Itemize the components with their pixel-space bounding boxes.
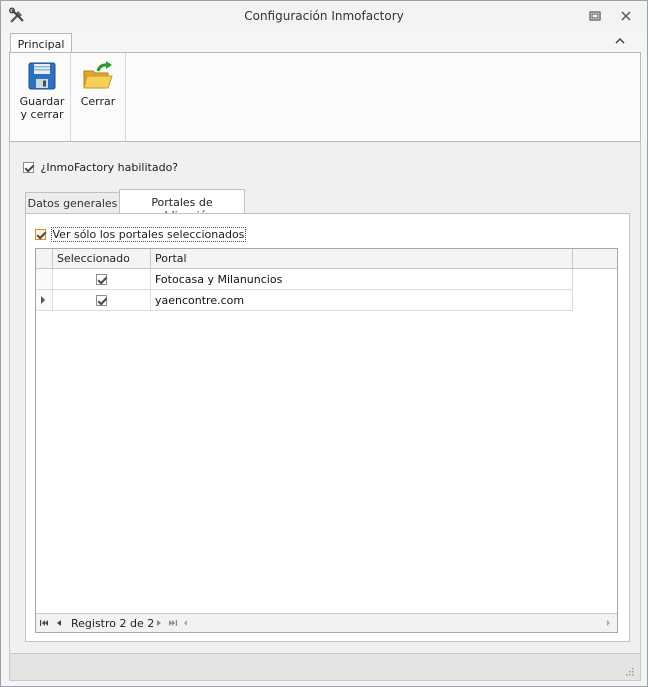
portal-cell[interactable]: yaencontre.com [151,290,573,310]
window-title: Configuración Inmofactory [244,9,404,23]
chevron-up-icon[interactable] [614,36,626,46]
filter-checkbox[interactable] [35,228,46,240]
enabled-checkbox[interactable] [23,161,34,173]
row-indicator[interactable] [36,290,53,310]
row-indicator[interactable] [36,269,53,289]
status-bar [9,653,641,681]
filter-label: Ver sólo los portales seleccionados [50,226,247,242]
folder-open-arrow-icon [83,61,113,89]
column-header-filler [573,249,617,268]
portals-grid: Seleccionado Portal Fotocasa y Milanunci… [35,248,618,633]
close-label: Cerrar [80,95,116,108]
next-record-icon[interactable] [154,618,164,628]
save-label-line1: Guardar [19,95,65,108]
table-row[interactable]: Fotocasa y Milanuncios [36,269,573,290]
close-icon[interactable] [618,8,634,24]
table-row[interactable]: yaencontre.com [36,290,573,311]
ribbon-separator [125,53,126,141]
save-and-close-button[interactable]: Guardar y cerrar [14,53,70,141]
selected-cell[interactable] [53,290,151,310]
selected-cell[interactable] [53,269,151,289]
tab-panel-portales: Ver sólo los portales seleccionados Sele… [25,213,630,642]
record-counter: Registro 2 de 2 [71,617,155,630]
last-record-icon[interactable] [168,618,178,628]
main-window: Configuración Inmofactory Principal Guar… [0,0,648,687]
current-row-arrow-icon [41,296,45,304]
row-indicator-header [36,249,53,268]
save-label-line2: y cerrar [20,108,64,121]
tab-datos-generales[interactable]: Datos generales [25,192,120,214]
restore-icon[interactable] [587,8,603,24]
filter-checkbox-row[interactable]: Ver sólo los portales seleccionados [35,226,247,242]
enabled-label: ¿InmoFactory habilitado? [40,160,179,174]
resize-grip-icon[interactable] [624,666,634,676]
ribbon-tab-principal[interactable]: Principal [10,33,72,54]
previous-record-icon[interactable] [54,618,64,628]
row-selected-checkbox[interactable] [96,294,107,306]
row-selected-checkbox[interactable] [96,273,107,285]
ribbon-panel: Guardar y cerrar Cerrar [9,52,641,142]
grid-header: Seleccionado Portal [36,249,617,269]
title-bar: Configuración Inmofactory [1,1,647,31]
horizontal-scrollbar[interactable] [181,616,613,630]
column-header-portal[interactable]: Portal [151,249,573,268]
main-content: ¿InmoFactory habilitado? Datos generales… [9,142,641,653]
enabled-checkbox-row[interactable]: ¿InmoFactory habilitado? [23,160,178,174]
record-navigator: Registro 2 de 2 [36,613,617,632]
column-header-seleccionado[interactable]: Seleccionado [53,249,151,268]
close-button[interactable]: Cerrar [71,53,125,141]
floppy-disk-icon [28,62,56,90]
ribbon-tab-strip: Principal [1,31,647,54]
first-record-icon[interactable] [39,618,49,628]
tab-portales-publicacion[interactable]: Portales de publicación [119,189,245,222]
portal-cell[interactable]: Fotocasa y Milanuncios [151,269,573,289]
